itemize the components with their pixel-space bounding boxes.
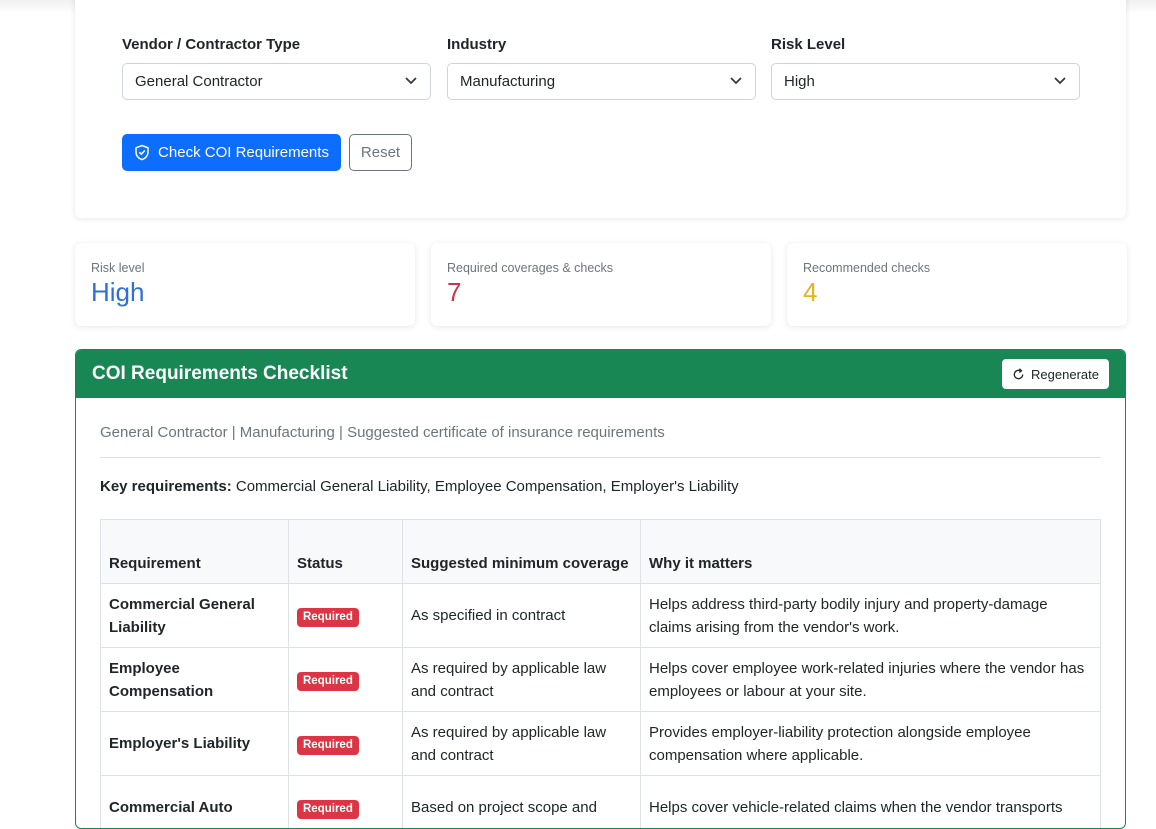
chevron-down-icon [404, 76, 418, 86]
vendor-type-field: Vendor / Contractor Type General Contrac… [122, 36, 431, 100]
key-requirements-label: Key requirements: [100, 478, 232, 495]
industry-value: Manufacturing [460, 73, 555, 90]
why-cell: Helps address third-party bodily injury … [641, 584, 1101, 648]
industry-field: Industry Manufacturing [447, 36, 756, 100]
table-row: Commercial General Liability Required As… [101, 584, 1101, 648]
chevron-down-icon [1053, 76, 1067, 86]
industry-select[interactable]: Manufacturing [447, 63, 756, 100]
column-header: Why it matters [641, 520, 1101, 584]
stat-value: 4 [803, 277, 1111, 308]
stat-label: Required coverages & checks [447, 261, 755, 275]
coverage-cell: As specified in contract [403, 584, 641, 648]
table-row: Commercial Auto Required Based on projec… [101, 776, 1101, 829]
stat-value: High [91, 277, 399, 308]
refresh-icon [1012, 368, 1025, 381]
requirement-cell: Employee Compensation [101, 648, 289, 712]
requirement-cell: Commercial General Liability [101, 584, 289, 648]
why-cell: Helps cover employee work-related injuri… [641, 648, 1101, 712]
stat-required-coverages: Required coverages & checks 7 [431, 243, 771, 326]
key-requirements: Key requirements: Commercial General Lia… [100, 478, 1101, 495]
regenerate-button[interactable]: Regenerate [1002, 359, 1109, 389]
check-coi-label: Check COI Requirements [158, 144, 329, 161]
requirement-cell: Employer's Liability [101, 712, 289, 776]
column-header: Requirement [101, 520, 289, 584]
table-row: Employer's Liability Required As require… [101, 712, 1101, 776]
status-badge: Required [297, 800, 359, 819]
stat-risk-level: Risk level High [75, 243, 415, 326]
status-badge: Required [297, 736, 359, 755]
requirement-cell: Commercial Auto [101, 776, 289, 829]
vendor-type-value: General Contractor [135, 73, 263, 90]
stat-value: 7 [447, 277, 755, 308]
risk-level-value: High [784, 73, 815, 90]
status-cell: Required [289, 776, 403, 829]
checklist-body: General Contractor | Manufacturing | Sug… [76, 424, 1125, 829]
coverage-cell: As required by applicable law and contra… [403, 648, 641, 712]
status-cell: Required [289, 648, 403, 712]
why-cell: Provides employer-liability protection a… [641, 712, 1101, 776]
regenerate-label: Regenerate [1031, 367, 1099, 382]
status-badge: Required [297, 672, 359, 691]
checklist-subtitle: General Contractor | Manufacturing | Sug… [100, 424, 1101, 458]
filter-form-card: Vendor / Contractor Type General Contrac… [75, 0, 1126, 218]
stat-label: Risk level [91, 261, 399, 275]
table-row: Employee Compensation Required As requir… [101, 648, 1101, 712]
coi-checklist-card: COI Requirements Checklist Regenerate Ge… [75, 349, 1126, 829]
status-cell: Required [289, 712, 403, 776]
risk-level-label: Risk Level [771, 36, 1080, 53]
column-header: Suggested minimum coverage [403, 520, 641, 584]
shield-check-icon [134, 144, 150, 161]
risk-level-select[interactable]: High [771, 63, 1080, 100]
vendor-type-label: Vendor / Contractor Type [122, 36, 431, 53]
stat-recommended-checks: Recommended checks 4 [787, 243, 1127, 326]
requirements-table: Requirement Status Suggested minimum cov… [100, 519, 1101, 829]
industry-label: Industry [447, 36, 756, 53]
column-header: Status [289, 520, 403, 584]
checklist-header: COI Requirements Checklist Regenerate [76, 350, 1125, 398]
check-coi-button[interactable]: Check COI Requirements [122, 134, 341, 171]
stat-label: Recommended checks [803, 261, 1111, 275]
reset-button[interactable]: Reset [349, 134, 412, 171]
risk-level-field: Risk Level High [771, 36, 1080, 100]
key-requirements-text: Commercial General Liability, Employee C… [232, 478, 739, 495]
coverage-cell: Based on project scope and [403, 776, 641, 829]
why-cell: Helps cover vehicle-related claims when … [641, 776, 1101, 829]
coverage-cell: As required by applicable law and contra… [403, 712, 641, 776]
table-header-row: Requirement Status Suggested minimum cov… [101, 520, 1101, 584]
chevron-down-icon [729, 76, 743, 86]
vendor-type-select[interactable]: General Contractor [122, 63, 431, 100]
status-badge: Required [297, 608, 359, 627]
checklist-title: COI Requirements Checklist [92, 363, 348, 385]
status-cell: Required [289, 584, 403, 648]
